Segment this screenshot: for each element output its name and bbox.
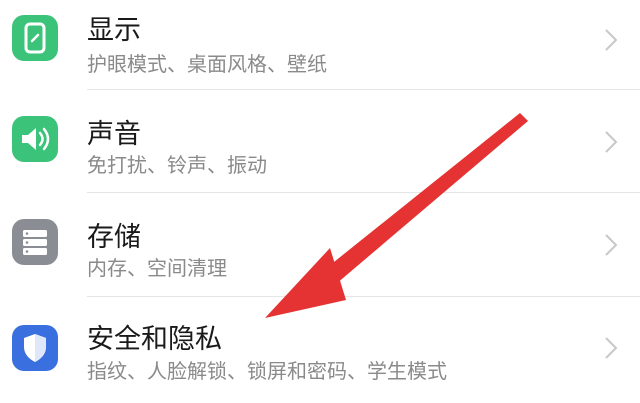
item-title: 声音 xyxy=(87,119,141,150)
settings-item-security-privacy[interactable]: 安全和隐私 指纹、人脸解锁、锁屏和密码、学生模式 xyxy=(0,297,640,403)
item-title: 显示 xyxy=(87,15,141,46)
item-subtitle: 护眼模式、桌面风格、壁纸 xyxy=(87,52,327,76)
settings-item-storage[interactable]: 存储 内存、空间清理 xyxy=(0,193,640,297)
chevron-right-icon xyxy=(605,337,618,359)
sound-icon xyxy=(12,116,58,162)
item-subtitle: 内存、空间清理 xyxy=(87,256,227,280)
chevron-right-icon xyxy=(605,234,618,256)
settings-list: 显示 护眼模式、桌面风格、壁纸 声音 免打扰、铃声、振动 存储 内存、空间清理 … xyxy=(0,0,640,403)
item-subtitle: 免打扰、铃声、振动 xyxy=(87,153,267,177)
item-title: 存储 xyxy=(87,222,141,253)
settings-item-display[interactable]: 显示 护眼模式、桌面风格、壁纸 xyxy=(0,0,640,90)
item-title: 安全和隐私 xyxy=(87,324,222,355)
chevron-right-icon xyxy=(605,29,618,51)
chevron-right-icon xyxy=(605,131,618,153)
item-subtitle: 指纹、人脸解锁、锁屏和密码、学生模式 xyxy=(87,359,447,383)
display-icon xyxy=(12,15,58,61)
settings-item-sound[interactable]: 声音 免打扰、铃声、振动 xyxy=(0,90,640,193)
shield-icon xyxy=(12,325,58,371)
storage-icon xyxy=(12,219,58,265)
